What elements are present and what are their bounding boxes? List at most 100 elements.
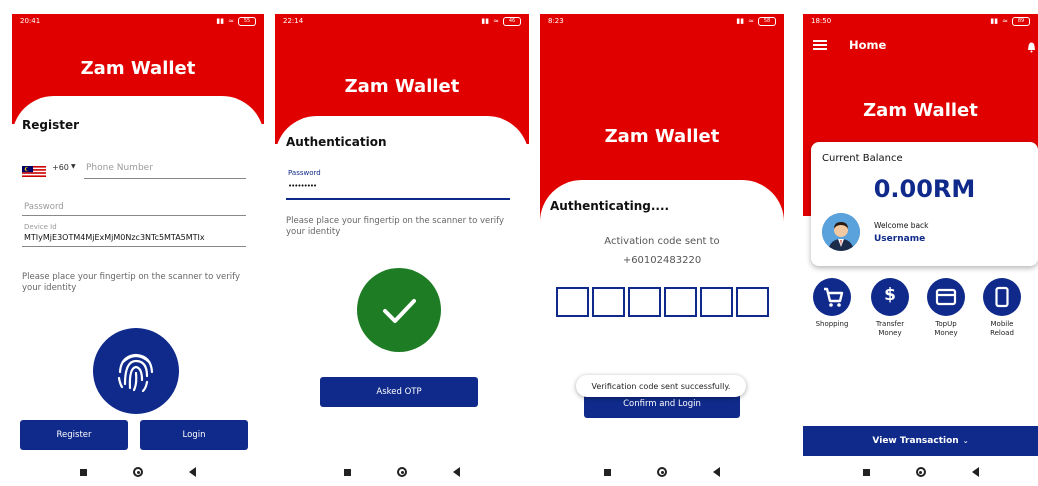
action-label-transfer: Transfer Money [865, 320, 915, 338]
mobile-reload-button[interactable] [983, 278, 1021, 316]
recents-icon[interactable] [344, 468, 351, 476]
otp-digit-box[interactable] [664, 287, 697, 317]
action-label-topup: TopUp Money [921, 320, 971, 338]
wifi-icon: ≈ [493, 17, 499, 25]
action-label-line1: Mobile [990, 320, 1014, 328]
back-icon[interactable] [189, 467, 196, 477]
back-icon[interactable] [453, 467, 460, 477]
username-text: Username [874, 234, 926, 244]
action-label-mobile: Mobile Reload [977, 320, 1027, 338]
status-time: 20:41 [20, 17, 41, 25]
battery-icon: 46 [503, 16, 521, 26]
password-input[interactable]: ••••••••• [288, 182, 316, 190]
action-label-line2: Money [878, 329, 902, 337]
recents-icon[interactable] [80, 468, 87, 476]
otp-digit-box[interactable] [700, 287, 733, 317]
user-avatar-icon [822, 213, 860, 251]
activation-phone-number: +60102483220 [622, 255, 702, 266]
device-id-label: Device Id [24, 223, 57, 231]
page-title: Register [22, 118, 80, 132]
fingerprint-icon [117, 353, 154, 393]
app-brand: Zam Wallet [604, 126, 720, 147]
system-nav-bar [12, 458, 264, 486]
menu-icon[interactable] [813, 40, 827, 50]
system-nav-bar [803, 458, 1038, 486]
app-brand: Zam Wallet [344, 76, 460, 97]
content-card: Authentication Password ••••••••• Please… [275, 116, 529, 486]
phone-underline [84, 178, 246, 179]
transfer-money-button[interactable]: $ [871, 278, 909, 316]
content-card: Authenticating.... Activation code sent … [540, 180, 784, 486]
avatar[interactable] [822, 213, 860, 251]
view-transaction-button[interactable]: View Transaction ⌄ [803, 426, 1038, 456]
authenticating-screen: 8:23 ▮▮ ≈ 58 Zam Wallet Authenticating..… [540, 14, 784, 486]
page-title: Home [849, 38, 887, 52]
topup-money-button[interactable] [927, 278, 965, 316]
home-icon[interactable] [657, 467, 667, 477]
password-input[interactable]: Password [24, 202, 64, 212]
country-code-select[interactable]: +60 [52, 163, 69, 172]
shopping-button[interactable] [813, 278, 851, 316]
app-brand: Zam Wallet [80, 58, 196, 79]
signal-icon: ▮▮ [990, 17, 999, 25]
balance-card: Current Balance 0.00RM Welcome back User… [811, 142, 1038, 266]
home-icon[interactable] [133, 467, 143, 477]
battery-icon: 58 [758, 16, 776, 26]
malaysia-flag-icon[interactable] [22, 162, 46, 177]
home-icon[interactable] [397, 467, 407, 477]
page-title: Authentication [286, 135, 387, 149]
signal-icon: ▮▮ [481, 17, 490, 25]
authentication-screen: 22:14 ▮▮ ≈ 46 Zam Wallet Authentication … [275, 14, 529, 486]
device-id-field[interactable]: MTIyMjE3OTM4MjExMjM0Nzc3NTc5MTA5MTIx [24, 233, 246, 242]
asked-otp-button[interactable]: Asked OTP [320, 377, 478, 407]
password-label: Password [288, 169, 321, 177]
back-icon[interactable] [713, 467, 720, 477]
home-icon[interactable] [915, 467, 926, 477]
home-screen: 18:50 ▮▮ ≈ 89 Home Zam Wallet Current Ba… [803, 14, 1038, 486]
recents-icon[interactable] [604, 468, 611, 476]
status-time: 8:23 [548, 17, 564, 25]
device-id-underline [22, 246, 246, 247]
otp-digit-box[interactable] [556, 287, 589, 317]
password-underline [22, 215, 246, 216]
battery-icon: 89 [1012, 16, 1030, 26]
notification-bell-icon[interactable] [1027, 38, 1036, 53]
mobile-phone-icon [995, 286, 1009, 308]
checkmark-icon [383, 299, 416, 323]
toast-message: Verification code sent successfully. [576, 375, 746, 397]
signal-icon: ▮▮ [216, 17, 225, 25]
view-transaction-label: View Transaction [872, 436, 959, 446]
action-label-shopping: Shopping [807, 320, 857, 329]
wifi-icon: ≈ [228, 17, 234, 25]
phone-number-input[interactable]: Phone Number [86, 163, 153, 173]
back-icon[interactable] [971, 467, 979, 477]
fingerprint-scanner-button[interactable] [93, 328, 179, 414]
dollar-icon: $ [884, 285, 896, 305]
login-button[interactable]: Login [140, 420, 248, 450]
chevron-down-icon: ▼ [71, 163, 76, 170]
otp-digit-box[interactable] [592, 287, 625, 317]
system-nav-bar [275, 458, 529, 486]
otp-digit-box[interactable] [628, 287, 661, 317]
recents-icon[interactable] [862, 468, 870, 476]
register-button[interactable]: Register [20, 420, 128, 450]
otp-input-row [556, 287, 769, 317]
wifi-icon: ≈ [1002, 17, 1008, 25]
activation-message: Activation code sent to [604, 236, 720, 247]
status-time: 18:50 [811, 17, 832, 25]
action-label-line2: Money [934, 329, 958, 337]
signal-icon: ▮▮ [736, 17, 745, 25]
register-screen: 20:41 ▮▮ ≈ 55 Zam Wallet Register +60 ▼ … [12, 14, 264, 486]
otp-digit-box[interactable] [736, 287, 769, 317]
status-bar: 18:50 ▮▮ ≈ 89 [803, 14, 1038, 28]
action-label-line1: TopUp [935, 320, 957, 328]
balance-value: 0.00RM [873, 175, 976, 203]
wifi-icon: ≈ [748, 17, 754, 25]
content-card: Register +60 ▼ Phone Number Password Dev… [12, 96, 264, 486]
welcome-text: Welcome back [874, 221, 929, 230]
fingerprint-hint: Please place your fingertip on the scann… [22, 272, 240, 293]
shopping-cart-icon [824, 287, 844, 307]
app-brand: Zam Wallet [863, 100, 978, 121]
fingerprint-hint: Please place your fingertip on the scann… [286, 216, 504, 237]
system-nav-bar [540, 458, 784, 486]
